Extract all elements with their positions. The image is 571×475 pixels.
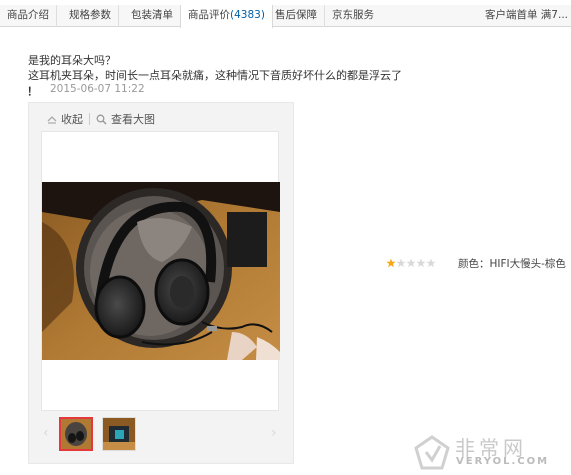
collapse-label: 收起 [61,113,83,126]
review-count: (4383) [230,9,265,21]
image-toolbar: 收起 查看大图 [47,110,155,128]
toolbar-divider [89,113,90,125]
review-photo-headphones[interactable] [42,182,280,360]
review-image-panel: 收起 查看大图 ‹ › [28,102,294,464]
tab-jd-service[interactable]: 京东服务 [325,5,381,27]
watermark: 非常网 VERYOL.COM [410,432,570,472]
review-line: 是我的耳朵大吗？ [28,54,116,67]
collapse-icon [47,116,57,124]
review-exclamation: ！ [27,85,38,98]
magnifier-icon [96,114,107,125]
tab-product-intro[interactable]: 商品介绍 [0,5,57,27]
watermark-logo-icon [414,435,450,470]
thumb-package-image [103,418,135,450]
thumb-next-arrow[interactable]: › [271,425,277,441]
thumbnail-2[interactable] [102,417,136,451]
tab-specifications[interactable]: 规格参数 [62,5,119,27]
review-line: 这耳机夹耳朵，时间长一点耳朵就痛，这种情况下音质好坏什么的都是浮云了 [28,69,402,82]
tab-label: 商品评价 [188,9,230,21]
star-icon [406,258,416,268]
view-large-label: 查看大图 [111,113,155,126]
tab-after-sales[interactable]: 售后保障 [268,5,325,27]
thumb-headphones-image [61,419,91,449]
app-first-order-promo[interactable]: 客户端首单 满7... [485,5,568,27]
thumbnail-strip: ‹ › [29,415,295,455]
tab-reviews[interactable]: 商品评价(4383) [180,5,273,28]
tab-label: 京东服务 [332,9,374,21]
view-large-button[interactable]: 查看大图 [96,111,155,127]
tab-label: 规格参数 [69,9,111,21]
star-icon [426,258,436,268]
tab-label: 商品介绍 [7,9,49,21]
star-icon [396,258,406,268]
photo-frame [41,131,280,411]
product-variant: 颜色：HIFI大慢头-棕色 [458,258,566,270]
headphones-photo [42,182,280,360]
collapse-button[interactable]: 收起 [47,111,83,127]
watermark-en: VERYOL.COM [456,456,550,467]
tab-label: 包装清单 [131,9,173,21]
star-icon [386,258,396,268]
star-icon [416,258,426,268]
product-tab-bar: 商品介绍 规格参数 包装清单 商品评价(4383) 售后保障 京东服务 客户端首… [0,5,571,28]
thumbnail-1[interactable] [59,417,93,451]
tab-package-list[interactable]: 包装清单 [124,5,181,27]
star-rating [386,258,436,270]
review-date: 2015-06-07 11:22 [50,83,145,95]
tab-label: 售后保障 [275,9,317,21]
review-content: 是我的耳朵大吗？ 这耳机夹耳朵，时间长一点耳朵就痛，这种情况下音质好坏什么的都是… [28,53,408,83]
thumb-prev-arrow[interactable]: ‹ [43,425,49,441]
